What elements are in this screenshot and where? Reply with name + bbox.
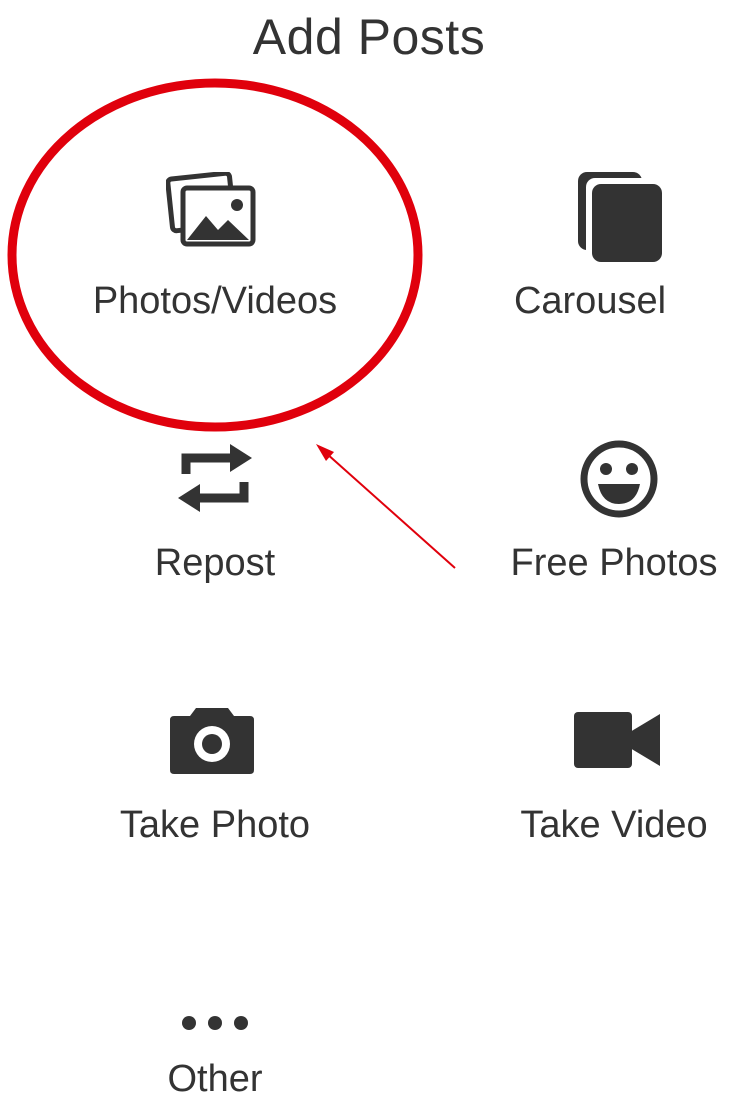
repost-icon <box>174 438 256 518</box>
page-title: Add Posts <box>252 9 486 65</box>
free-photos-option[interactable]: Free Photos <box>490 438 738 598</box>
video-camera-icon <box>570 708 664 770</box>
photos-videos-option[interactable]: Photos/Videos <box>50 160 380 330</box>
free-photos-label: Free Photos <box>510 542 718 584</box>
other-option[interactable]: Other <box>110 1010 320 1116</box>
repost-option[interactable]: Repost <box>110 438 320 598</box>
annotation-arrow <box>325 452 456 569</box>
take-photo-option[interactable]: Take Photo <box>90 700 340 860</box>
photos-videos-label: Photos/Videos <box>92 280 338 322</box>
other-label: Other <box>167 1058 263 1100</box>
take-video-label: Take Video <box>520 804 708 846</box>
carousel-option[interactable]: Carousel <box>460 160 720 330</box>
carousel-label: Carousel <box>513 280 667 322</box>
smiley-face-icon <box>578 438 660 520</box>
more-dots-icon <box>178 1012 252 1034</box>
repost-label: Repost <box>154 542 276 584</box>
photos-videos-icon <box>166 172 258 248</box>
take-photo-label: Take Photo <box>119 804 311 846</box>
carousel-icon <box>576 170 666 264</box>
camera-icon <box>166 704 258 776</box>
take-video-option[interactable]: Take Video <box>490 700 738 860</box>
